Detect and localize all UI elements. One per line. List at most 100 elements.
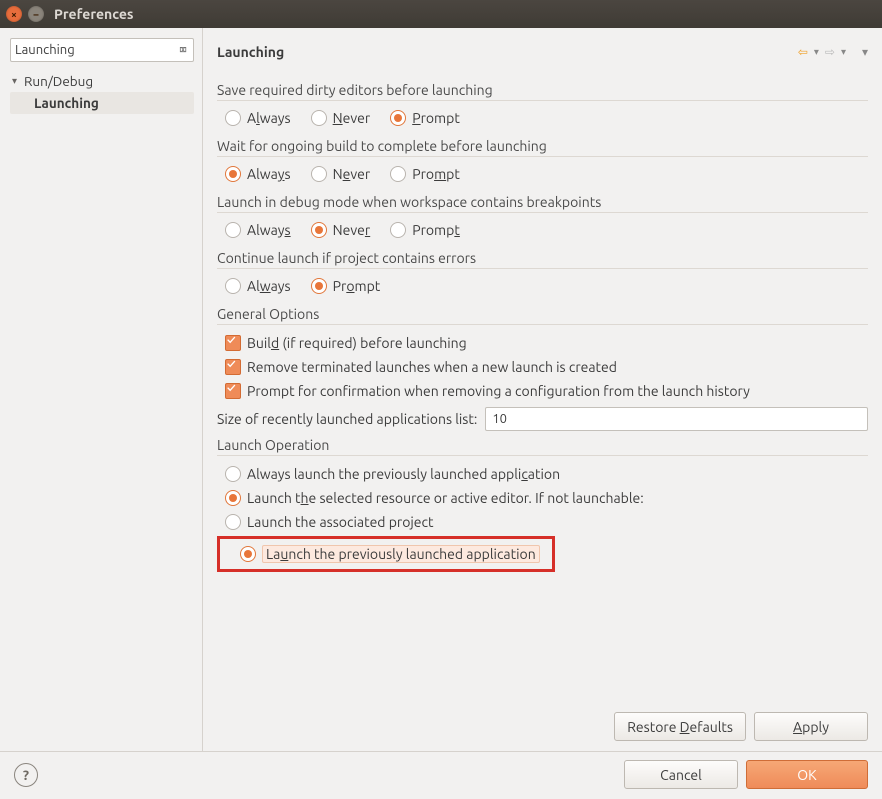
- check-label: Build (if required) before launching: [247, 335, 467, 351]
- radio-label: Launch the selected resource or active e…: [247, 490, 644, 506]
- size-label: Size of recently launched applications l…: [217, 411, 477, 427]
- radio-save-prompt[interactable]: Prompt: [390, 110, 460, 126]
- radio-label: Launch the associated project: [247, 514, 434, 530]
- radio-label: Launch the previously launched applicati…: [262, 545, 540, 563]
- radio-wait-prompt[interactable]: Prompt: [390, 166, 460, 182]
- button-label: Cancel: [660, 767, 702, 783]
- radio-label: Always: [247, 110, 291, 126]
- radio-err-always[interactable]: Always: [225, 278, 291, 294]
- restore-defaults-button[interactable]: Restore Defaults: [614, 712, 746, 741]
- back-menu-icon[interactable]: ▾: [814, 46, 819, 58]
- radio-icon: [311, 222, 327, 238]
- radio-label: Always: [247, 222, 291, 238]
- radio-icon: [225, 514, 241, 530]
- back-arrow-icon[interactable]: ⇦: [798, 45, 808, 59]
- nav-arrows: ⇦ ▾ ⇨ ▾ ▾: [798, 45, 868, 59]
- radio-icon: [311, 166, 327, 182]
- radio-wait-never[interactable]: Never: [311, 166, 371, 182]
- radio-label: Always: [247, 278, 291, 294]
- radio-launch-selected[interactable]: Launch the selected resource or active e…: [225, 490, 644, 506]
- check-label: Prompt for confirmation when removing a …: [247, 383, 750, 399]
- page-buttons: Restore Defaults Apply: [217, 706, 868, 747]
- tree-item-launching[interactable]: Launching: [10, 92, 194, 114]
- checkbox-icon: [225, 359, 241, 375]
- cancel-button[interactable]: Cancel: [624, 760, 738, 789]
- radio-label: Prompt: [412, 166, 460, 182]
- check-build-before[interactable]: Build (if required) before launching: [225, 335, 467, 351]
- recent-size-input[interactable]: 10: [485, 407, 868, 431]
- radio-icon: [225, 490, 241, 506]
- forward-menu-icon[interactable]: ▾: [841, 46, 846, 58]
- group-title-general: General Options: [217, 306, 868, 322]
- radio-icon: [390, 166, 406, 182]
- separator: [217, 268, 868, 269]
- radio-icon: [390, 222, 406, 238]
- separator: [217, 324, 868, 325]
- radio-bp-prompt[interactable]: Prompt: [390, 222, 460, 238]
- dialog-footer: ? Cancel OK: [0, 751, 882, 799]
- radio-always-prev[interactable]: Always launch the previously launched ap…: [225, 466, 560, 482]
- separator: [217, 212, 868, 213]
- group-title-save-dirty: Save required dirty editors before launc…: [217, 82, 868, 98]
- check-label: Remove terminated launches when a new la…: [247, 359, 617, 375]
- radio-wait-always[interactable]: Always: [225, 166, 291, 182]
- separator: [217, 100, 868, 101]
- titlebar: × – Preferences: [0, 0, 882, 28]
- checkbox-icon: [225, 383, 241, 399]
- radio-label: Prompt: [333, 278, 381, 294]
- filter-value: Launching: [15, 43, 177, 57]
- radio-bp-always[interactable]: Always: [225, 222, 291, 238]
- radio-label: Never: [333, 110, 371, 126]
- forward-arrow-icon[interactable]: ⇨: [825, 45, 835, 59]
- group-title-debug-bp: Launch in debug mode when workspace cont…: [217, 194, 868, 210]
- highlight-annotation: Launch the previously launched applicati…: [217, 536, 555, 572]
- radio-icon: [225, 278, 241, 294]
- ok-button[interactable]: OK: [746, 760, 868, 789]
- radio-bp-never[interactable]: Never: [311, 222, 371, 238]
- check-prompt-remove-config[interactable]: Prompt for confirmation when removing a …: [225, 383, 750, 399]
- radio-label: Never: [333, 166, 371, 182]
- sidebar: Launching ⌧ ▾ Run/Debug Launching: [0, 28, 203, 751]
- window-title: Preferences: [54, 6, 134, 22]
- check-remove-terminated[interactable]: Remove terminated launches when a new la…: [225, 359, 617, 375]
- radio-assoc-project[interactable]: Launch the associated project: [225, 514, 434, 530]
- minimize-icon[interactable]: –: [28, 6, 44, 22]
- button-label: Apply: [793, 719, 829, 735]
- group-title-proj-errors: Continue launch if project contains erro…: [217, 250, 868, 266]
- filter-input[interactable]: Launching ⌧: [10, 38, 194, 62]
- caret-down-icon: ▾: [12, 75, 22, 87]
- radio-icon: [225, 222, 241, 238]
- radio-icon: [225, 466, 241, 482]
- radio-save-always[interactable]: Always: [225, 110, 291, 126]
- input-value: 10: [492, 412, 507, 426]
- radio-icon: [225, 166, 241, 182]
- radio-label: Prompt: [412, 110, 460, 126]
- group-title-wait-build: Wait for ongoing build to complete befor…: [217, 138, 868, 154]
- close-icon[interactable]: ×: [6, 6, 22, 22]
- radio-label: Never: [333, 222, 371, 238]
- tree-item-run-debug[interactable]: ▾ Run/Debug: [10, 70, 194, 92]
- radio-icon: [311, 110, 327, 126]
- tree-label: Run/Debug: [24, 73, 93, 89]
- radio-icon: [225, 110, 241, 126]
- radio-label: Always launch the previously launched ap…: [247, 466, 560, 482]
- button-label: Restore Defaults: [627, 719, 733, 735]
- separator: [217, 455, 868, 456]
- content-pane: Launching ⇦ ▾ ⇨ ▾ ▾ Save required dirty …: [203, 28, 882, 751]
- radio-prev-launched[interactable]: Launch the previously launched applicati…: [240, 545, 540, 563]
- tree-label: Launching: [34, 95, 99, 111]
- radio-err-prompt[interactable]: Prompt: [311, 278, 381, 294]
- button-label: OK: [797, 767, 816, 783]
- clear-search-icon[interactable]: ⌧: [177, 43, 189, 58]
- page-title: Launching: [217, 44, 284, 60]
- radio-icon: [390, 110, 406, 126]
- preferences-tree: ▾ Run/Debug Launching: [10, 70, 194, 751]
- radio-save-never[interactable]: Never: [311, 110, 371, 126]
- separator: [217, 156, 868, 157]
- view-menu-icon[interactable]: ▾: [862, 45, 868, 59]
- radio-label: Prompt: [412, 222, 460, 238]
- help-icon[interactable]: ?: [14, 763, 38, 787]
- radio-icon: [240, 546, 256, 562]
- radio-icon: [311, 278, 327, 294]
- apply-button[interactable]: Apply: [754, 712, 868, 741]
